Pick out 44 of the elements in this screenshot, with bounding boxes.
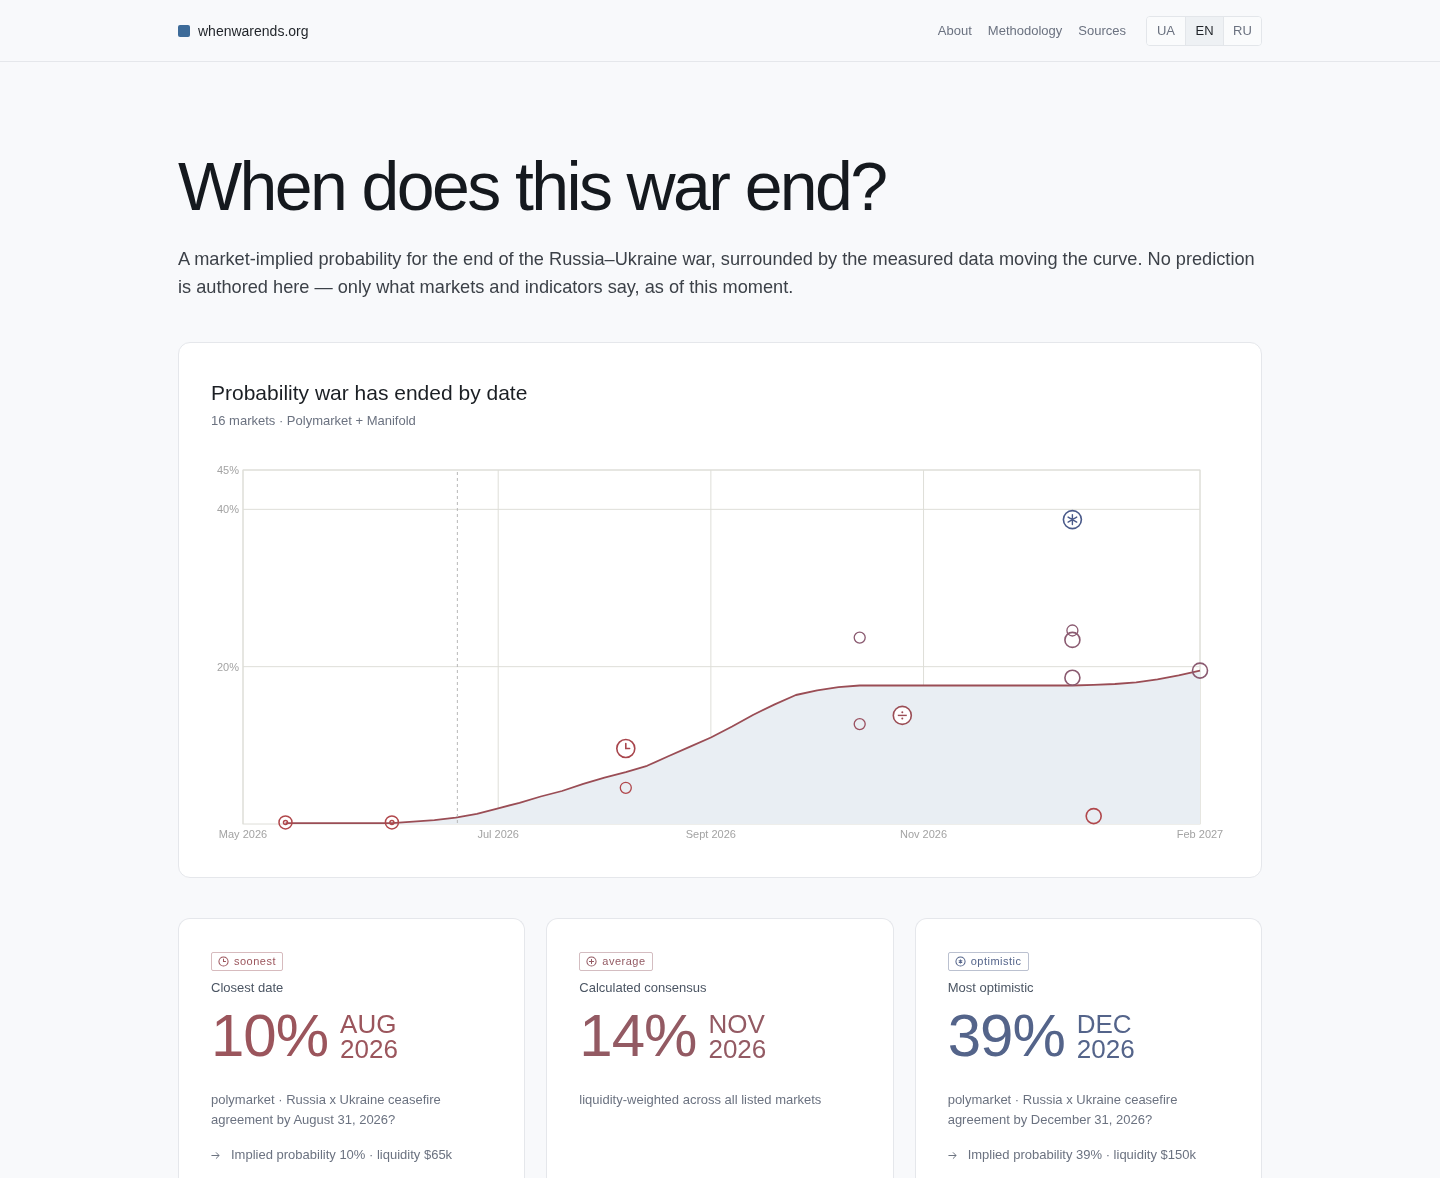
- site-logo-link[interactable]: whenwarends.org: [178, 22, 309, 39]
- arrow-right-icon: [211, 1150, 220, 1160]
- plus-circle-icon: [586, 956, 598, 967]
- badge-label: optimistic: [970, 954, 1022, 969]
- language-button[interactable]: RU: [1223, 16, 1261, 45]
- date-year: 2026: [340, 1037, 398, 1062]
- axis-tick-label: 45%: [216, 464, 239, 476]
- language-button[interactable]: EN: [1185, 16, 1223, 45]
- intro-paragraph: A market-implied probability for the end of the Russia–Ukraine war, surrounded by the measured data moving the curve. No prediction is authored here — only what markets and indicators say, as of this moment.: [178, 248, 1256, 299]
- nav-link[interactable]: Sources: [1078, 23, 1126, 38]
- percent-value: 39%: [947, 1006, 1065, 1066]
- card-label: Most optimistic: [947, 979, 1034, 997]
- axis-tick-label: Jul 2026: [477, 828, 519, 840]
- asterisk-circle-icon: [954, 956, 966, 967]
- axis-tick-label: 40%: [216, 503, 239, 516]
- liquidity-note: Implied probability 10% · liquidity $65k: [231, 1146, 453, 1164]
- market-description: polymarket · Russia x Ukraine ceasefire agreement by December 31, 2026?: [947, 1091, 1179, 1129]
- date-month: NOV: [708, 1012, 766, 1037]
- chart-subtitle: 16 markets · Polymarket + Manifold: [211, 412, 417, 430]
- arrow-right-icon: [947, 1150, 957, 1160]
- axis-tick-label: May 2026: [218, 828, 268, 840]
- liquidity-note: Implied probability 39% · liquidity $150k: [967, 1146, 1196, 1164]
- date-month: DEC: [1076, 1012, 1133, 1037]
- market-description: liquidity-weighted across all listed markets: [579, 1091, 822, 1109]
- badge-label: average: [602, 954, 646, 969]
- nav-link[interactable]: Methodology: [987, 23, 1063, 38]
- nav-link[interactable]: About: [937, 23, 972, 38]
- page-title: When does this war end?: [178, 148, 887, 225]
- logo-square-icon: [178, 24, 190, 37]
- date-year: 2026: [708, 1037, 767, 1062]
- card-label: Calculated consensus: [579, 979, 707, 997]
- percent-value: 14%: [579, 1006, 697, 1066]
- axis-tick-label: Feb 2027: [1176, 828, 1224, 840]
- date-year: 2026: [1076, 1037, 1135, 1062]
- market-description: polymarket · Russia x Ukraine ceasefire agreement by August 31, 2026?: [211, 1091, 442, 1129]
- clock-icon: [218, 956, 229, 967]
- axis-tick-label: Sept 2026: [685, 828, 736, 840]
- axis-tick-label: 20%: [216, 660, 239, 673]
- card-label: Closest date: [211, 979, 284, 997]
- date-month: AUG: [340, 1012, 398, 1037]
- axis-tick-label: Nov 2026: [900, 828, 948, 840]
- percent-value: 10%: [211, 1006, 329, 1066]
- badge-label: soonest: [234, 954, 277, 969]
- chart-title: Probability war has ended by date: [211, 380, 529, 406]
